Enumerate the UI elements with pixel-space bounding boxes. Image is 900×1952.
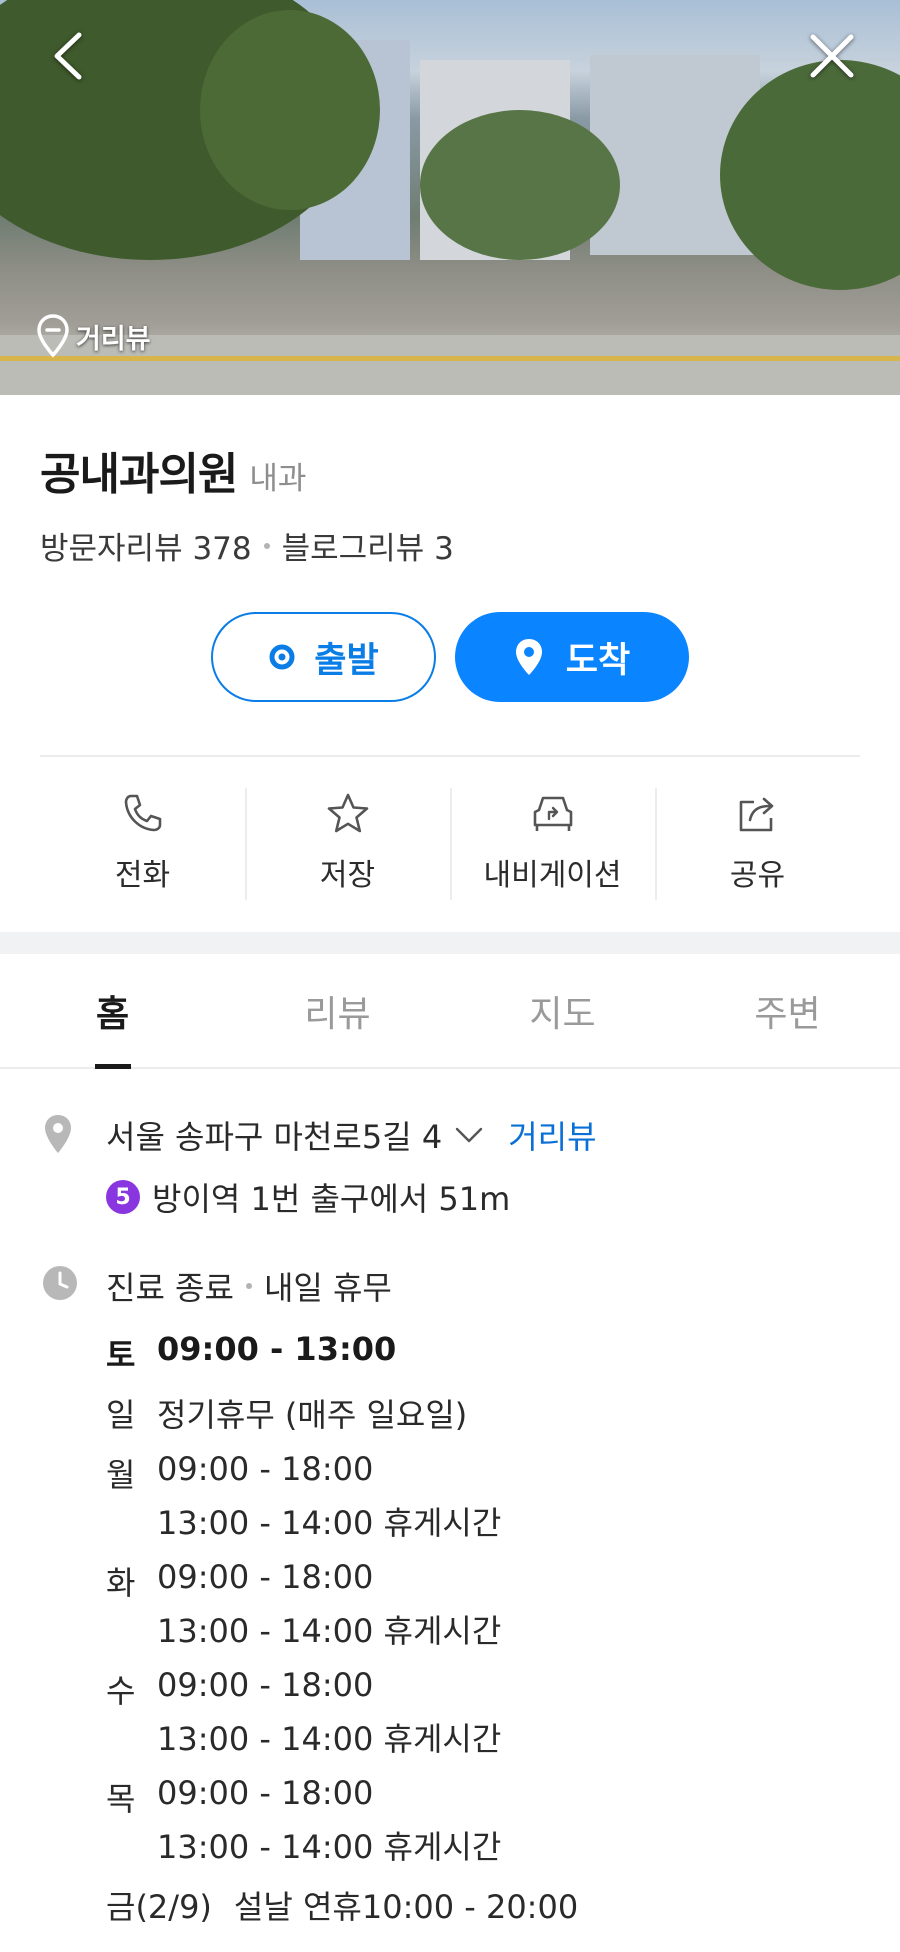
- depart-button[interactable]: 출발: [211, 612, 436, 702]
- hours-day: 금(2/9): [106, 1888, 212, 1926]
- hours-day: 월: [106, 1456, 136, 1494]
- subway-directions: 방이역 1번 출구에서 51m: [152, 1180, 511, 1218]
- tab-map[interactable]: 지도: [450, 954, 675, 1067]
- star-icon: [327, 793, 368, 833]
- location-pin-icon: [37, 314, 69, 358]
- chevron-down-icon[interactable]: [454, 1126, 484, 1144]
- place-name: 공내과의원: [40, 449, 238, 500]
- location-pin-icon: [45, 1115, 71, 1153]
- street-view-link[interactable]: 거리뷰: [508, 1112, 596, 1158]
- address-row: 서울 송파구 마천로5길 4 거리뷰: [106, 1112, 597, 1158]
- hours-day: 화: [106, 1564, 136, 1602]
- status-next: 내일 휴무: [263, 1269, 392, 1307]
- hours-day: 일: [106, 1396, 136, 1434]
- save-action[interactable]: 저장: [245, 780, 450, 900]
- hours-row: 토 09:00 - 13:00: [106, 1330, 578, 1376]
- hours-day: 수: [106, 1672, 136, 1710]
- blog-reviews-link[interactable]: 블로그리뷰 3: [282, 523, 454, 568]
- business-hours: 토 09:00 - 13:00 일 정기휴무 (매주 일요일) 월 09:00 …: [106, 1330, 578, 1942]
- navigation-action[interactable]: 내비게이션: [450, 780, 655, 900]
- tab-home[interactable]: 홈: [0, 954, 225, 1069]
- hours-time: 09:00 - 18:00: [157, 1774, 374, 1812]
- business-status[interactable]: 진료 종료 내일 휴무: [106, 1263, 392, 1309]
- section-separator: [0, 932, 900, 954]
- hours-break: 13:00 - 14:00 휴게시간: [157, 1720, 502, 1758]
- quick-actions: 전화 저장 내비게이션 공유: [40, 780, 860, 900]
- review-summary: 방문자리뷰 378 블로그리뷰 3: [40, 523, 454, 568]
- hours-row: 목 09:00 - 18:00 13:00 - 14:00 휴게시간: [106, 1774, 578, 1868]
- hours-time: 09:00 - 18:00: [157, 1666, 374, 1704]
- call-label: 전화: [114, 858, 171, 893]
- place-category: 내과: [249, 461, 307, 497]
- street-view-label: 거리뷰: [76, 323, 151, 355]
- hours-row: 일 정기휴무 (매주 일요일): [106, 1390, 578, 1436]
- visitor-reviews-link[interactable]: 방문자리뷰 378: [40, 523, 252, 568]
- phone-icon: [124, 794, 161, 832]
- separator-dot: [263, 542, 270, 549]
- subway-line-badge: 5: [106, 1180, 140, 1214]
- hours-day: 목: [106, 1780, 136, 1818]
- tab-nearby[interactable]: 주변: [675, 954, 900, 1067]
- status-text: 진료 종료: [106, 1269, 234, 1307]
- hours-row: 금(2/9) 설날 연휴10:00 - 20:00: [106, 1882, 578, 1928]
- tab-bar: 홈 리뷰 지도 주변: [0, 954, 900, 1069]
- hours-break: 13:00 - 14:00 휴게시간: [157, 1828, 502, 1866]
- hours-time: 09:00 - 13:00: [157, 1330, 397, 1368]
- place-header: 공내과의원 내과: [40, 438, 306, 502]
- share-label: 공유: [729, 858, 786, 893]
- destination-pin-icon: [515, 639, 542, 675]
- photo-tree: [420, 110, 620, 260]
- arrive-button[interactable]: 도착: [455, 612, 689, 702]
- hours-time: 정기휴무 (매주 일요일): [157, 1396, 468, 1434]
- street-view-badge[interactable]: 거리뷰: [36, 313, 151, 359]
- divider: [40, 755, 860, 757]
- save-label: 저장: [319, 858, 376, 893]
- street-view-photo[interactable]: 거리뷰: [0, 0, 900, 395]
- hours-time: 09:00 - 18:00: [157, 1450, 374, 1488]
- depart-label: 출발: [314, 640, 379, 681]
- back-button[interactable]: [36, 24, 100, 88]
- route-buttons: 출발 도착: [211, 612, 689, 702]
- hours-time: 09:00 - 18:00: [157, 1558, 374, 1596]
- hours-row: 수 09:00 - 18:00 13:00 - 14:00 휴게시간: [106, 1666, 578, 1760]
- clock-icon: [43, 1266, 77, 1300]
- arrive-label: 도착: [565, 640, 631, 681]
- address-text[interactable]: 서울 송파구 마천로5길 4: [106, 1112, 442, 1158]
- hours-row: 월 09:00 - 18:00 13:00 - 14:00 휴게시간: [106, 1450, 578, 1544]
- call-action[interactable]: 전화: [40, 780, 245, 900]
- car-navigation-icon: [533, 796, 572, 831]
- tab-reviews[interactable]: 리뷰: [225, 954, 450, 1067]
- hours-row: 화 09:00 - 18:00 13:00 - 14:00 휴게시간: [106, 1558, 578, 1652]
- hours-time: 설날 연휴10:00 - 20:00: [233, 1888, 579, 1926]
- separator-dot: [245, 1283, 252, 1289]
- origin-dot-icon: [269, 644, 295, 670]
- hours-break: 13:00 - 14:00 휴게시간: [157, 1612, 502, 1650]
- navigation-label: 내비게이션: [483, 858, 622, 893]
- chevron-left-icon: [54, 32, 82, 80]
- close-icon: [810, 34, 854, 78]
- share-action[interactable]: 공유: [655, 780, 860, 900]
- subway-row: 5 방이역 1번 출구에서 51m: [106, 1174, 510, 1220]
- hours-day: 토: [106, 1336, 136, 1374]
- hours-break: 13:00 - 14:00 휴게시간: [157, 1504, 502, 1542]
- photo-tree: [200, 10, 380, 210]
- close-button[interactable]: [800, 24, 864, 88]
- share-icon: [739, 797, 773, 832]
